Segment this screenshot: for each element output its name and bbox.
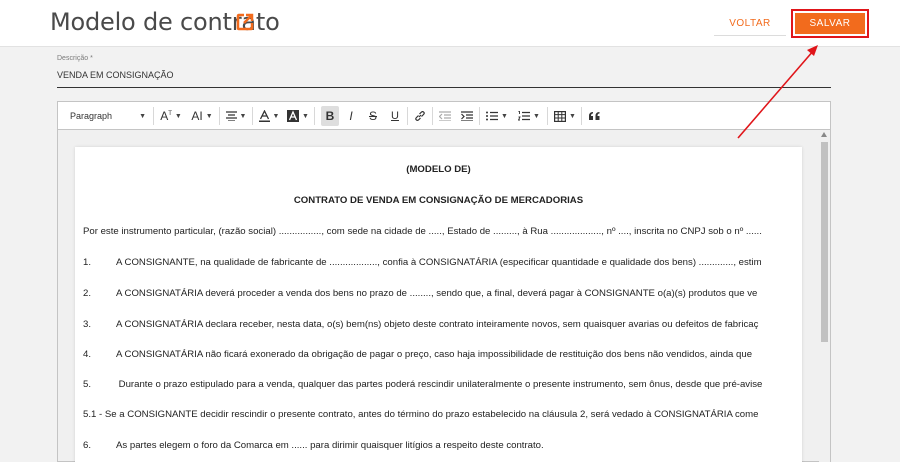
toolbar-separator xyxy=(407,107,408,125)
rich-text-editor: Paragraph ▼ AT ▼ AI ▼ ▼ ▼ ▼ B I S U ▼ ▼ … xyxy=(57,101,831,462)
document-intro: Por este instrumento particular, (razão … xyxy=(83,226,762,237)
font-color-dropdown[interactable]: ▼ xyxy=(257,106,281,126)
alignment-dropdown[interactable]: ▼ xyxy=(223,106,249,126)
document-clause: 2. A CONSIGNATÁRIA deverá proceder a vend… xyxy=(83,288,758,299)
document-clause: 5.1 - Se a CONSIGNANTE decidir rescindir… xyxy=(83,409,759,420)
voltar-button[interactable]: VOLTAR xyxy=(714,12,786,36)
strikethrough-icon: S xyxy=(368,109,377,123)
font-family-dropdown[interactable]: AI ▼ xyxy=(188,106,216,126)
top-bar: Modelo de contrato VOLTAR SALVAR xyxy=(0,0,900,47)
chevron-down-icon: ▼ xyxy=(533,112,540,120)
document-heading-2: CONTRATO DE VENDA EM CONSIGNAÇÃO DE MERC… xyxy=(293,195,584,206)
indent-button[interactable] xyxy=(458,106,476,126)
bulleted-list-icon xyxy=(486,111,499,121)
chevron-down-icon: ▼ xyxy=(501,112,508,120)
document-clause: 5. Durante o prazo estipulado para a ven… xyxy=(83,379,763,390)
description-label: Descrição * xyxy=(57,55,93,62)
scrollbar-thumb[interactable] xyxy=(821,142,828,342)
bold-button[interactable]: B xyxy=(321,106,339,126)
italic-button[interactable]: I xyxy=(342,106,360,126)
editor-content-area[interactable]: (MODELO DE) CONTRATO DE VENDA EM CONSIGN… xyxy=(58,130,818,462)
toolbar-separator xyxy=(479,107,480,125)
salvar-highlight: SALVAR xyxy=(791,9,869,38)
outdent-icon xyxy=(439,111,451,121)
editor-toolbar: Paragraph ▼ AT ▼ AI ▼ ▼ ▼ ▼ B I S U ▼ ▼ … xyxy=(58,102,830,130)
strikethrough-button[interactable]: S xyxy=(364,106,382,126)
paragraph-label: Paragraph xyxy=(70,111,113,121)
chevron-down-icon: ▼ xyxy=(205,112,213,120)
salvar-button[interactable]: SALVAR xyxy=(795,13,865,34)
toolbar-separator xyxy=(432,107,433,125)
highlight-color-icon xyxy=(287,110,300,122)
chevron-down-icon: ▼ xyxy=(272,112,280,120)
font-size-dropdown[interactable]: AT ▼ xyxy=(158,106,184,126)
font-color-icon xyxy=(258,110,270,122)
link-icon xyxy=(415,111,425,121)
indent-icon xyxy=(461,111,473,121)
bold-icon: B xyxy=(325,109,335,123)
description-value: VENDA EM CONSIGNAÇÃO xyxy=(57,70,174,80)
description-field[interactable]: VENDA EM CONSIGNAÇÃO xyxy=(57,64,831,88)
numbered-list-icon xyxy=(518,111,531,121)
external-link-icon[interactable] xyxy=(235,12,255,32)
blockquote-button[interactable] xyxy=(585,106,603,126)
toolbar-separator xyxy=(581,107,582,125)
chevron-down-icon: ▼ xyxy=(302,112,309,120)
chevron-down-icon: ▼ xyxy=(139,112,146,120)
table-icon xyxy=(554,110,567,122)
document-clause: 4. A CONSIGNATÁRIA não ficará exonerado d… xyxy=(83,349,753,360)
italic-icon: I xyxy=(349,109,353,123)
toolbar-separator xyxy=(547,107,548,125)
highlight-color-dropdown[interactable]: ▼ xyxy=(286,106,310,126)
link-button[interactable] xyxy=(411,106,429,126)
blockquote-icon xyxy=(588,112,599,120)
outdent-button[interactable] xyxy=(436,106,454,126)
align-icon xyxy=(225,111,237,121)
document-clause: 6. As partes elegem o foro da Comarca em … xyxy=(83,440,544,451)
editor-scrollbar[interactable] xyxy=(819,130,830,462)
toolbar-separator xyxy=(153,107,154,125)
chevron-down-icon: ▼ xyxy=(239,112,247,120)
toolbar-separator xyxy=(314,107,315,125)
underline-icon: U xyxy=(391,110,399,122)
scroll-up-icon[interactable] xyxy=(821,132,827,137)
document-clause: 3. A CONSIGNATÁRIA declara receber, nesta… xyxy=(83,319,759,330)
font-family-icon: AI xyxy=(191,109,203,123)
document-page[interactable]: (MODELO DE) CONTRATO DE VENDA EM CONSIGN… xyxy=(75,147,802,462)
numbered-list-dropdown[interactable]: ▼ xyxy=(515,106,543,126)
paragraph-dropdown[interactable]: Paragraph ▼ xyxy=(68,106,148,126)
toolbar-separator xyxy=(219,107,220,125)
document-clause: 1. A CONSIGNANTE, na qualidade de fabrica… xyxy=(83,257,762,268)
toolbar-separator xyxy=(252,107,253,125)
bulleted-list-dropdown[interactable]: ▼ xyxy=(483,106,511,126)
table-dropdown[interactable]: ▼ xyxy=(552,106,578,126)
text-size-icon: AT xyxy=(160,109,172,123)
document-heading-1: (MODELO DE) xyxy=(406,164,471,175)
chevron-down-icon: ▼ xyxy=(174,112,182,120)
underline-button[interactable]: U xyxy=(386,106,404,126)
chevron-down-icon: ▼ xyxy=(569,112,576,120)
